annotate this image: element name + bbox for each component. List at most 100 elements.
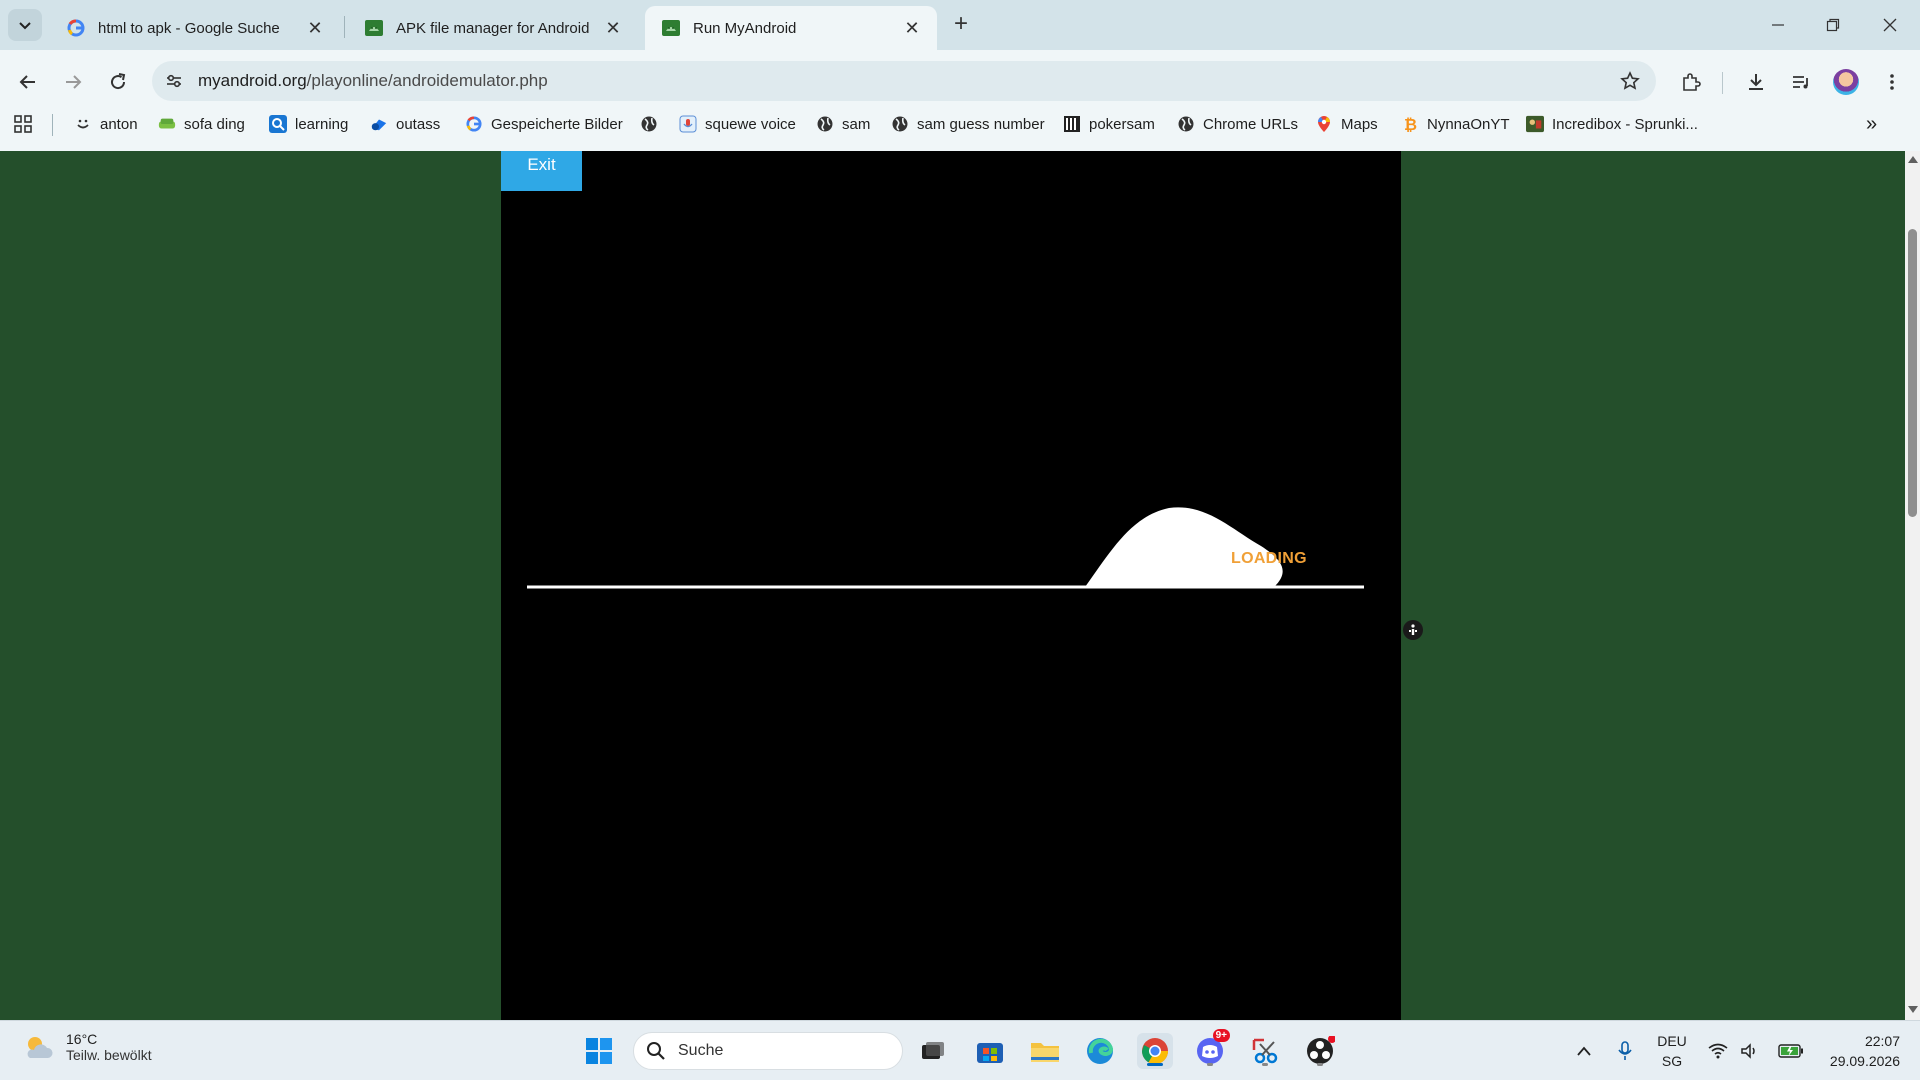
- browser-toolbar: myandroid.org/playonline/androidemulator…: [0, 50, 1920, 158]
- forward-button[interactable]: [55, 64, 91, 100]
- tab-search-button[interactable]: [8, 9, 42, 41]
- loading-label: LOADING: [1231, 550, 1307, 567]
- wifi-icon: [1708, 1043, 1728, 1059]
- address-bar[interactable]: myandroid.org/playonline/androidemulator…: [152, 61, 1656, 101]
- search-icon: [647, 1042, 665, 1060]
- weather-widget[interactable]: 16°C Teilw. bewölkt: [22, 1031, 152, 1063]
- notification-badge: 9+: [1212, 1029, 1230, 1042]
- bookmark-sam-guess-number[interactable]: sam guess number: [891, 110, 1045, 138]
- android-app-icon: [661, 18, 681, 38]
- bookmark-label: Chrome URLs: [1203, 115, 1299, 133]
- scrollbar-thumb[interactable]: [1908, 229, 1917, 517]
- tab-run-myandroid[interactable]: Run MyAndroid ✕: [645, 6, 937, 50]
- chrome-menu-button[interactable]: [1874, 64, 1910, 100]
- page-scrollbar[interactable]: [1905, 151, 1920, 1020]
- google-icon: [465, 115, 483, 133]
- emulator-screen[interactable]: Exit LOADING: [501, 151, 1401, 1020]
- back-button[interactable]: [10, 64, 46, 100]
- input-language-indicator[interactable]: DEU SG: [1652, 1031, 1692, 1071]
- chevron-double-right-icon: »: [1866, 112, 1878, 135]
- bookmark-nynnaonyt[interactable]: ₿ NynnaOnYT: [1401, 110, 1510, 138]
- url-text[interactable]: myandroid.org/playonline/androidemulator…: [198, 71, 548, 91]
- wifi-status[interactable]: [1705, 1031, 1731, 1071]
- site-settings-icon[interactable]: [162, 69, 186, 93]
- more-bookmarks-button[interactable]: »: [1866, 110, 1877, 138]
- bookmark-sofa-ding[interactable]: sofa ding: [158, 110, 245, 138]
- tab-strip: html to apk - Google Suche ✕ APK file ma…: [0, 0, 1920, 50]
- snipping-tool-button[interactable]: [1247, 1033, 1283, 1069]
- microphone-button[interactable]: [1613, 1031, 1637, 1071]
- taskbar-search-input[interactable]: Suche: [633, 1032, 903, 1070]
- bookmark-chrome-urls[interactable]: Chrome URLs: [1177, 110, 1298, 138]
- bookmark-learning[interactable]: learning: [269, 110, 348, 138]
- media-control-button[interactable]: [1783, 64, 1819, 100]
- close-icon[interactable]: ✕: [901, 17, 923, 39]
- bookmark-globe[interactable]: [640, 110, 666, 138]
- loading-animation: [527, 507, 1364, 589]
- restore-button[interactable]: [1813, 8, 1853, 42]
- weather-description: Teilw. bewölkt: [66, 1047, 152, 1063]
- google-icon: [66, 18, 86, 38]
- reload-button[interactable]: [100, 64, 136, 100]
- bookmark-label: sam: [842, 115, 871, 133]
- bookmark-pokersam[interactable]: pokersam: [1063, 110, 1155, 138]
- chevron-down-icon: [19, 22, 31, 30]
- tab-apk-file-manager[interactable]: APK file manager for Android e ✕: [348, 6, 638, 50]
- new-tab-button[interactable]: +: [948, 12, 974, 38]
- chrome-icon: [1141, 1038, 1169, 1065]
- bookmark-label: NynnaOnYT: [1427, 115, 1510, 133]
- show-hidden-icons-button[interactable]: [1572, 1031, 1596, 1071]
- discord-button[interactable]: 9+: [1192, 1029, 1230, 1069]
- volume-status[interactable]: [1737, 1031, 1763, 1071]
- close-icon[interactable]: ✕: [602, 17, 624, 39]
- start-button[interactable]: [581, 1033, 617, 1069]
- sofa-icon: [158, 115, 176, 133]
- tab-divider: [344, 16, 345, 38]
- scroll-down-arrow[interactable]: [1908, 1006, 1918, 1013]
- bookmark-anton[interactable]: anton: [74, 110, 138, 138]
- bookmark-label: outass: [396, 115, 441, 133]
- bookmark-squewe-voice[interactable]: squewe voice: [679, 110, 796, 138]
- toolbar-divider: [1722, 72, 1723, 94]
- taskview-button[interactable]: [915, 1033, 951, 1069]
- windows-logo-icon: [586, 1038, 612, 1064]
- speaker-icon: [1741, 1043, 1755, 1059]
- apps-grid-icon: [14, 115, 32, 133]
- edge-button[interactable]: [1082, 1033, 1118, 1069]
- tab-google-search[interactable]: html to apk - Google Suche ✕: [50, 6, 340, 50]
- clock-date: 29.09.2026: [1829, 1053, 1900, 1069]
- bookmark-outass[interactable]: outass: [370, 110, 440, 138]
- bookmark-gespeicherte-bilder[interactable]: Gespeicherte Bilder: [465, 110, 623, 138]
- weather-temperature: 16°C: [66, 1031, 98, 1047]
- battery-status[interactable]: [1776, 1031, 1806, 1071]
- scroll-up-arrow[interactable]: [1908, 156, 1918, 163]
- incredibox-icon: [1526, 115, 1544, 133]
- microphone-icon: [1618, 1041, 1632, 1060]
- close-icon[interactable]: ✕: [304, 17, 326, 39]
- apps-shortcut[interactable]: [14, 110, 40, 138]
- window-close-button[interactable]: [1870, 8, 1910, 42]
- clock-time: 22:07: [1864, 1033, 1900, 1049]
- extensions-button[interactable]: [1673, 64, 1709, 100]
- bookmark-star-icon[interactable]: [1618, 69, 1642, 93]
- minimize-button[interactable]: [1758, 8, 1798, 42]
- globe-icon: [816, 115, 834, 133]
- poker-icon: [1063, 115, 1081, 133]
- downloads-button[interactable]: [1738, 64, 1774, 100]
- profile-button[interactable]: [1828, 64, 1864, 100]
- chrome-taskbar-button[interactable]: [1137, 1033, 1173, 1069]
- running-app-indicator: [1317, 1063, 1323, 1066]
- globe-icon: [640, 115, 658, 133]
- system-clock[interactable]: 22:07 29.09.2026: [1820, 1031, 1900, 1071]
- media-queue-icon: [1793, 76, 1808, 89]
- obs-button[interactable]: [1302, 1033, 1338, 1069]
- store-icon: [977, 1043, 1003, 1063]
- bookmark-maps[interactable]: Maps: [1315, 110, 1378, 138]
- file-explorer-button[interactable]: [1027, 1033, 1063, 1069]
- bookmark-label: pokersam: [1089, 115, 1155, 133]
- bookmark-sam[interactable]: sam: [816, 110, 870, 138]
- outlook-icon: [370, 115, 388, 133]
- microsoft-store-button[interactable]: [972, 1033, 1008, 1069]
- info-icon[interactable]: [1403, 620, 1423, 640]
- bookmark-incredibox[interactable]: Incredibox - Sprunki...: [1526, 110, 1698, 138]
